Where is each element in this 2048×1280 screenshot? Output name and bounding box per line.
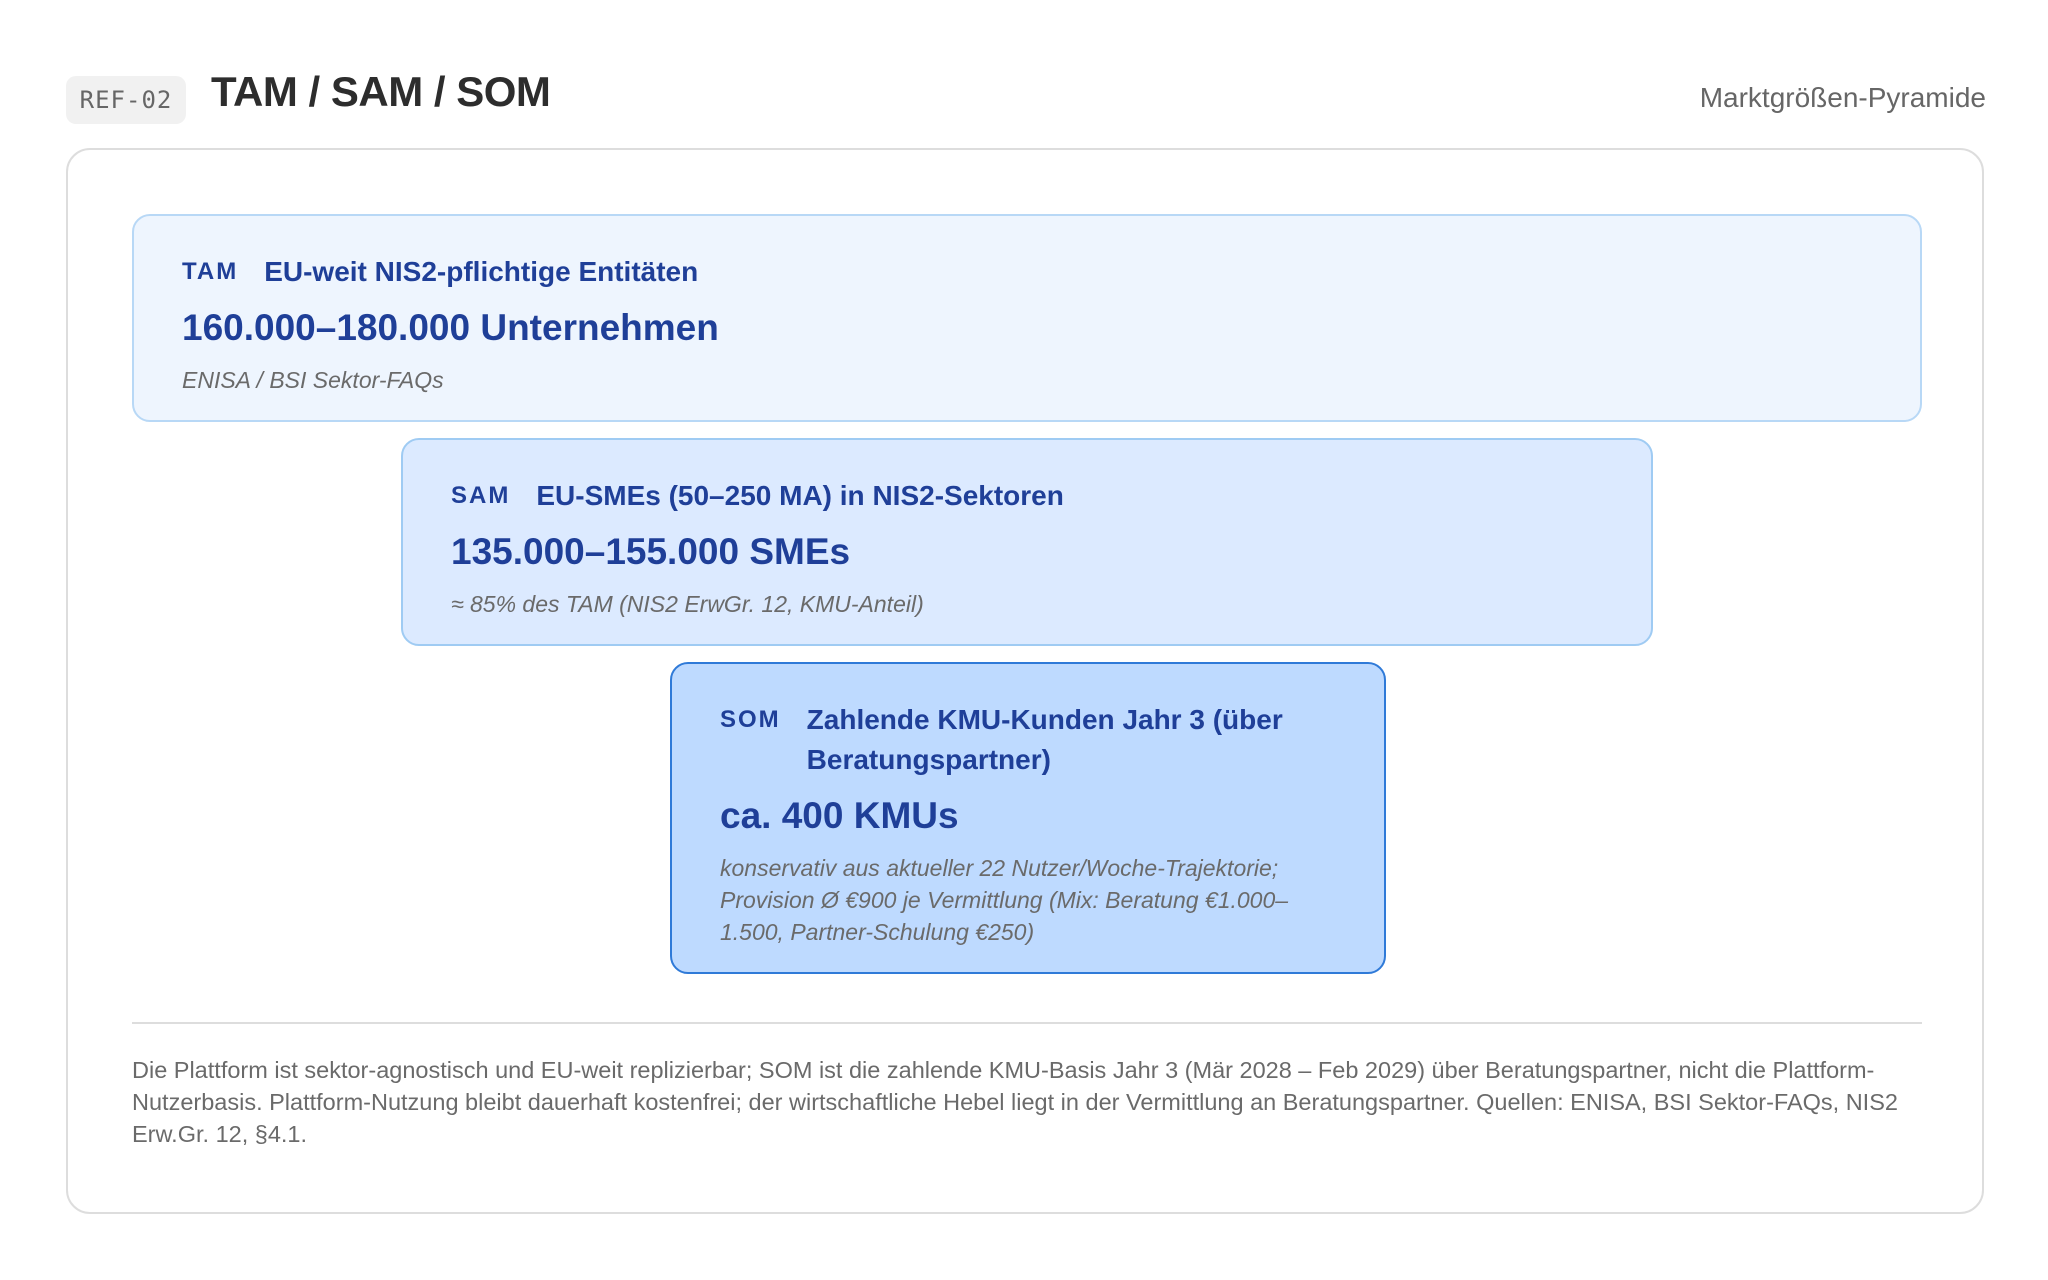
divider <box>132 1022 1922 1024</box>
footnote: Die Plattform ist sektor-agnostisch und … <box>132 1057 1898 1147</box>
tier-value: 135.000–155.000 SMEs <box>451 531 851 572</box>
page-title: TAM / SAM / SOM <box>211 68 551 115</box>
tier-label: TAM <box>182 258 239 285</box>
tier-description: Zahlende KMU-Kunden Jahr 3 (über Beratun… <box>806 704 1283 775</box>
header: REF-02 TAM / SAM / SOM Marktgrößen-Pyram… <box>66 66 1986 130</box>
tier-label: SAM <box>451 482 511 509</box>
tier-source: ≈ 85% des TAM (NIS2 ErwGr. 12, KMU-Antei… <box>451 591 924 617</box>
pyramid-card: TAM EU-weit NIS2-pflichtige Entitäten 16… <box>66 148 1984 1214</box>
tier-source: ENISA / BSI Sektor-FAQs <box>182 367 444 393</box>
tier-description: EU-SMEs (50–250 MA) in NIS2-Sektoren <box>536 480 1064 511</box>
tier-header: SOM Zahlende KMU-Kunden Jahr 3 (über Ber… <box>720 700 1336 780</box>
tier-value: 160.000–180.000 Unternehmen <box>182 307 719 348</box>
tier-tam: TAM EU-weit NIS2-pflichtige Entitäten 16… <box>132 214 1922 422</box>
tier-header: SAM EU-SMEs (50–250 MA) in NIS2-Sektoren <box>451 476 1603 516</box>
tier-value: ca. 400 KMUs <box>720 795 959 836</box>
page-subtitle: Marktgrößen-Pyramide <box>1699 82 1986 113</box>
tier-som: SOM Zahlende KMU-Kunden Jahr 3 (über Ber… <box>670 662 1386 974</box>
tier-source: konservativ aus aktueller 22 Nutzer/Woch… <box>720 855 1289 945</box>
tier-sam: SAM EU-SMEs (50–250 MA) in NIS2-Sektoren… <box>401 438 1653 646</box>
ref-badge: REF-02 <box>66 76 186 124</box>
tier-header: TAM EU-weit NIS2-pflichtige Entitäten <box>182 252 1872 292</box>
tier-label: SOM <box>720 706 781 733</box>
tier-description: EU-weit NIS2-pflichtige Entitäten <box>264 256 699 287</box>
